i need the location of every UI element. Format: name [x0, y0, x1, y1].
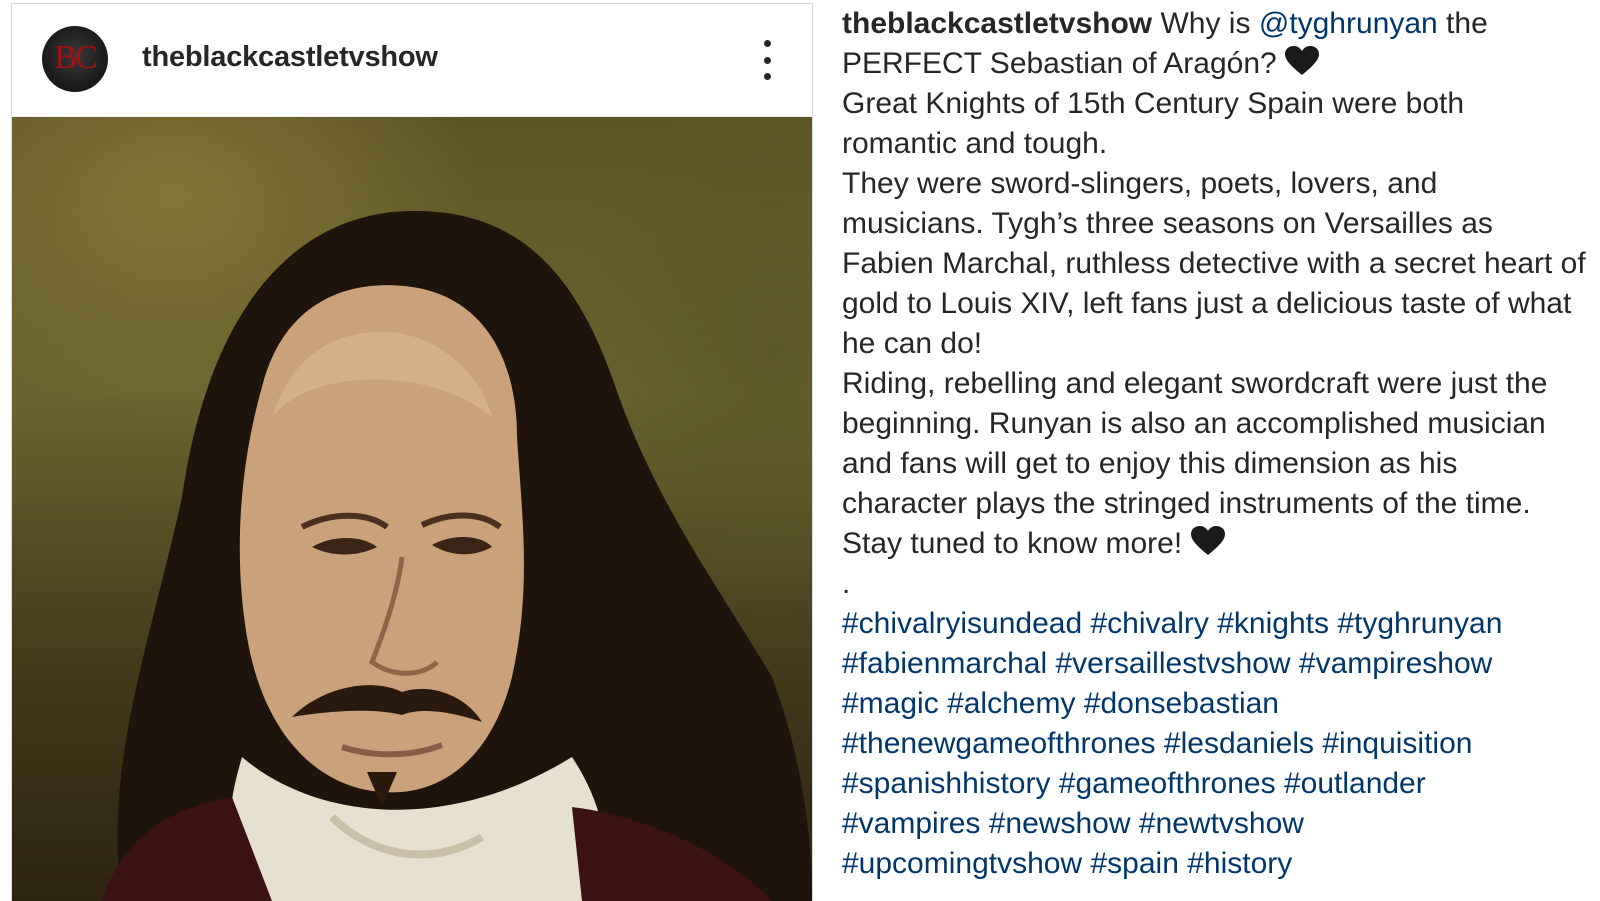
hashtag-link[interactable]: #lesdaniels [1164, 727, 1314, 760]
hashtag-link[interactable]: #versaillestvshow [1055, 647, 1290, 680]
avatar[interactable]: BC [42, 26, 108, 92]
caption-line: Riding, rebelling and elegant swordcraft… [842, 367, 1548, 520]
hashtag-link[interactable]: #chivalryisundead [842, 607, 1082, 640]
caption-closing-line: Stay tuned to know more! [842, 524, 1587, 564]
more-vertical-icon [763, 40, 771, 47]
hashtag-link[interactable]: #donsebastian [1084, 687, 1279, 720]
black-heart-icon [1190, 526, 1225, 555]
hashtag-link[interactable]: #newtvshow [1139, 807, 1304, 840]
hashtag-link[interactable]: #thenewgameofthrones [842, 727, 1156, 760]
hashtag-link[interactable]: #spanishhistory [842, 767, 1050, 800]
hashtag-link[interactable]: #magic [842, 687, 939, 720]
hashtag-link[interactable]: #upcomingtvshow [842, 847, 1082, 880]
post-caption: theblackcastletvshow Why is @tyghrunyan … [842, 4, 1587, 884]
caption-username[interactable]: theblackcastletvshow [842, 7, 1152, 40]
hashtag-link[interactable]: #spain [1090, 847, 1178, 880]
hashtag-link[interactable]: #history [1187, 847, 1292, 880]
hashtag-link[interactable]: #tyghrunyan [1337, 607, 1502, 640]
hashtag-link[interactable]: #newshow [989, 807, 1131, 840]
caption-line: They were sword-slingers, poets, lovers,… [842, 167, 1586, 360]
caption-closing: Stay tuned to know more! [842, 527, 1183, 560]
hashtag-link[interactable]: #outlander [1284, 767, 1426, 800]
avatar-monogram: BC [54, 39, 97, 76]
post-header: BC theblackcastletvshow [12, 4, 812, 117]
caption-intro: Why is [1160, 7, 1251, 40]
more-options-button[interactable] [755, 40, 779, 80]
hashtag-link[interactable]: #inquisition [1322, 727, 1472, 760]
black-heart-icon [1285, 46, 1320, 75]
hashtags-block: #chivalryisundead #chivalry #knights #ty… [842, 604, 1587, 884]
caption-separator: . [842, 567, 851, 600]
portrait-illustration [102, 211, 812, 901]
more-vertical-icon-dot [763, 56, 771, 64]
hashtag-link[interactable]: #fabienmarchal [842, 647, 1047, 680]
post-username[interactable]: theblackcastletvshow [142, 41, 438, 74]
more-vertical-icon-dot [763, 73, 771, 80]
post-photo[interactable] [12, 117, 812, 901]
hashtag-link[interactable]: #chivalry [1091, 607, 1209, 640]
mention-link[interactable]: @tyghrunyan [1259, 7, 1438, 40]
hashtag-link[interactable]: #gameofthrones [1059, 767, 1276, 800]
post-card: BC theblackcastletvshow [11, 3, 813, 901]
caption-line: Great Knights of 15th Century Spain were… [842, 87, 1465, 160]
hashtag-link[interactable]: #vampireshow [1299, 647, 1492, 680]
hashtag-link[interactable]: #alchemy [947, 687, 1075, 720]
hashtag-link[interactable]: #knights [1217, 607, 1329, 640]
hashtag-link[interactable]: #vampires [842, 807, 980, 840]
caption-first-paragraph: theblackcastletvshow Why is @tyghrunyan … [842, 4, 1587, 84]
